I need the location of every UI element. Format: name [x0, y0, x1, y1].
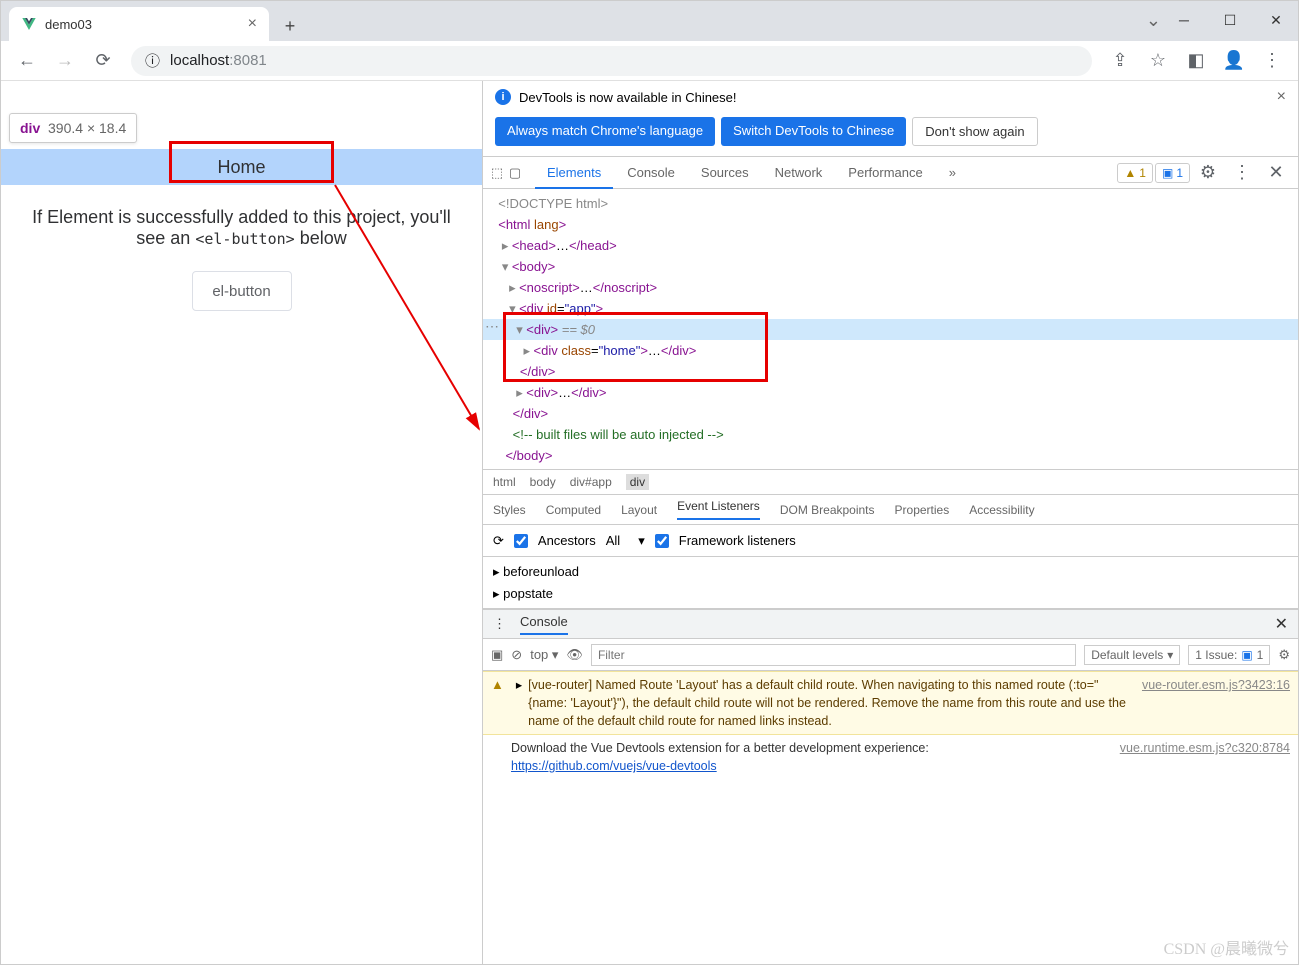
banner-text: DevTools is now available in Chinese!: [519, 90, 737, 105]
refresh-icon[interactable]: ⟳: [493, 533, 504, 549]
console-drawer-header: ⋮ Console ✕: [483, 609, 1298, 639]
tab-close-icon[interactable]: ×: [248, 15, 257, 33]
match-language-button[interactable]: Always match Chrome's language: [495, 117, 715, 146]
site-info-icon[interactable]: ⓘ: [145, 50, 160, 71]
clear-console-icon[interactable]: ⊘: [511, 647, 522, 663]
warning-badge[interactable]: ▲ 1: [1117, 163, 1153, 183]
kebab-icon[interactable]: ⋮: [1226, 157, 1258, 189]
devtools-language-banner: i DevTools is now available in Chinese! …: [483, 81, 1298, 113]
console-body[interactable]: ▲ ▸ [vue-router] Named Route 'Layout' ha…: [483, 671, 1298, 779]
console-toolbar: ▣ ⊘ top ▾ 👁 Default levels ▾ 1 Issue: ▣ …: [483, 639, 1298, 671]
eye-icon[interactable]: 👁: [566, 647, 583, 663]
source-link[interactable]: vue.runtime.esm.js?c320:8784: [1120, 739, 1290, 775]
source-link[interactable]: vue-router.esm.js?3423:16: [1142, 676, 1290, 730]
banner-close-icon[interactable]: ×: [1277, 88, 1286, 106]
console-warning: ▲ ▸ [vue-router] Named Route 'Layout' ha…: [483, 671, 1298, 735]
console-filter-input[interactable]: [591, 644, 1076, 666]
back-button[interactable]: ←: [11, 45, 43, 77]
bookmark-icon[interactable]: ☆: [1142, 45, 1174, 77]
chevron-down-icon[interactable]: ⌄: [1146, 10, 1161, 31]
console-info: Download the Vue Devtools extension for …: [483, 735, 1298, 779]
minimize-button[interactable]: ─: [1161, 0, 1207, 40]
tab-performance[interactable]: Performance: [836, 157, 934, 189]
warning-icon: ▲: [491, 676, 504, 730]
page-viewport: div 390.4 × 18.4 Home If Element is succ…: [1, 81, 483, 964]
tab-console[interactable]: Console: [615, 157, 687, 189]
el-button[interactable]: el-button: [192, 271, 292, 311]
address-bar: ← → ⟳ ⓘ localhost:8081 ⇪ ☆ ◧ 👤 ⋮: [1, 41, 1298, 81]
browser-tab-bar: demo03 × +: [1, 1, 1298, 41]
watermark: CSDN @晨曦微兮: [1164, 935, 1289, 959]
inspect-icon[interactable]: ⬚: [489, 165, 505, 181]
subtab-layout[interactable]: Layout: [621, 503, 657, 517]
subtab-event-listeners[interactable]: Event Listeners: [677, 499, 760, 520]
menu-icon[interactable]: ⋮: [1256, 45, 1288, 77]
profile-icon[interactable]: 👤: [1218, 45, 1250, 77]
new-tab-button[interactable]: +: [275, 11, 305, 41]
log-levels-select[interactable]: Default levels ▾: [1084, 645, 1180, 665]
gear-icon[interactable]: ⚙: [1192, 157, 1224, 189]
share-icon[interactable]: ⇪: [1104, 45, 1136, 77]
console-gear-icon[interactable]: ⚙: [1278, 647, 1290, 663]
annotation-box: [169, 141, 334, 183]
window-title-bar: ⌄ ─ ☐ ✕: [1146, 0, 1299, 40]
reload-button[interactable]: ⟳: [87, 45, 119, 77]
subtab-properties[interactable]: Properties: [895, 503, 950, 517]
scope-select[interactable]: All ▾: [606, 533, 645, 549]
dom-breadcrumb[interactable]: html body div#app div: [483, 469, 1298, 495]
subtab-accessibility[interactable]: Accessibility: [969, 503, 1034, 517]
browser-tab[interactable]: demo03 ×: [9, 7, 269, 41]
dom-tree[interactable]: <!DOCTYPE html> <html lang> ▸<head>…</he…: [483, 189, 1298, 469]
tab-more[interactable]: »: [937, 157, 968, 189]
tab-elements[interactable]: Elements: [535, 157, 613, 189]
event-filter-row: ⟳ Ancestors All ▾ Framework listeners: [483, 525, 1298, 557]
devtools-panel: i DevTools is now available in Chinese! …: [483, 81, 1298, 964]
dom-line-actions-icon[interactable]: ⋯: [485, 316, 499, 337]
inspect-tooltip: div 390.4 × 18.4: [9, 113, 137, 143]
issues-button[interactable]: 1 Issue: ▣ 1: [1188, 645, 1270, 665]
close-window-button[interactable]: ✕: [1253, 0, 1299, 40]
page-description: If Element is successfully added to this…: [1, 207, 482, 249]
forward-button[interactable]: →: [49, 45, 81, 77]
console-menu-icon[interactable]: ⋮: [493, 616, 506, 632]
context-select[interactable]: top ▾: [530, 647, 558, 663]
tab-title: demo03: [45, 17, 92, 32]
tab-sources[interactable]: Sources: [689, 157, 761, 189]
devtools-close-icon[interactable]: ✕: [1260, 157, 1292, 189]
maximize-button[interactable]: ☐: [1207, 0, 1253, 40]
elements-subtabs: Styles Computed Layout Event Listeners D…: [483, 495, 1298, 525]
switch-language-button[interactable]: Switch DevTools to Chinese: [721, 117, 906, 146]
info-icon: i: [495, 89, 511, 105]
console-title: Console: [520, 614, 568, 635]
tab-network[interactable]: Network: [763, 157, 835, 189]
console-close-icon[interactable]: ✕: [1275, 614, 1288, 634]
sidepanel-icon[interactable]: ◧: [1180, 45, 1212, 77]
url-field[interactable]: ⓘ localhost:8081: [131, 46, 1092, 76]
dont-show-button[interactable]: Don't show again: [912, 117, 1037, 146]
console-sidebar-icon[interactable]: ▣: [491, 647, 503, 663]
event-listeners-list[interactable]: ▸ beforeunload ▸ popstate: [483, 557, 1298, 609]
subtab-styles[interactable]: Styles: [493, 503, 526, 517]
devtools-tabs: ⬚ ▢ Elements Console Sources Network Per…: [483, 157, 1298, 189]
framework-checkbox[interactable]: [655, 534, 669, 548]
subtab-dom-breakpoints[interactable]: DOM Breakpoints: [780, 503, 875, 517]
url-host: localhost: [170, 52, 229, 69]
device-icon[interactable]: ▢: [507, 165, 523, 181]
subtab-computed[interactable]: Computed: [546, 503, 601, 517]
ancestors-checkbox[interactable]: [514, 534, 528, 548]
url-port: :8081: [229, 52, 267, 69]
devtools-link[interactable]: https://github.com/vuejs/vue-devtools: [511, 759, 717, 773]
message-badge[interactable]: ▣ 1: [1155, 163, 1190, 183]
annotation-box-dom: [503, 312, 768, 382]
vue-logo-icon: [21, 16, 37, 32]
